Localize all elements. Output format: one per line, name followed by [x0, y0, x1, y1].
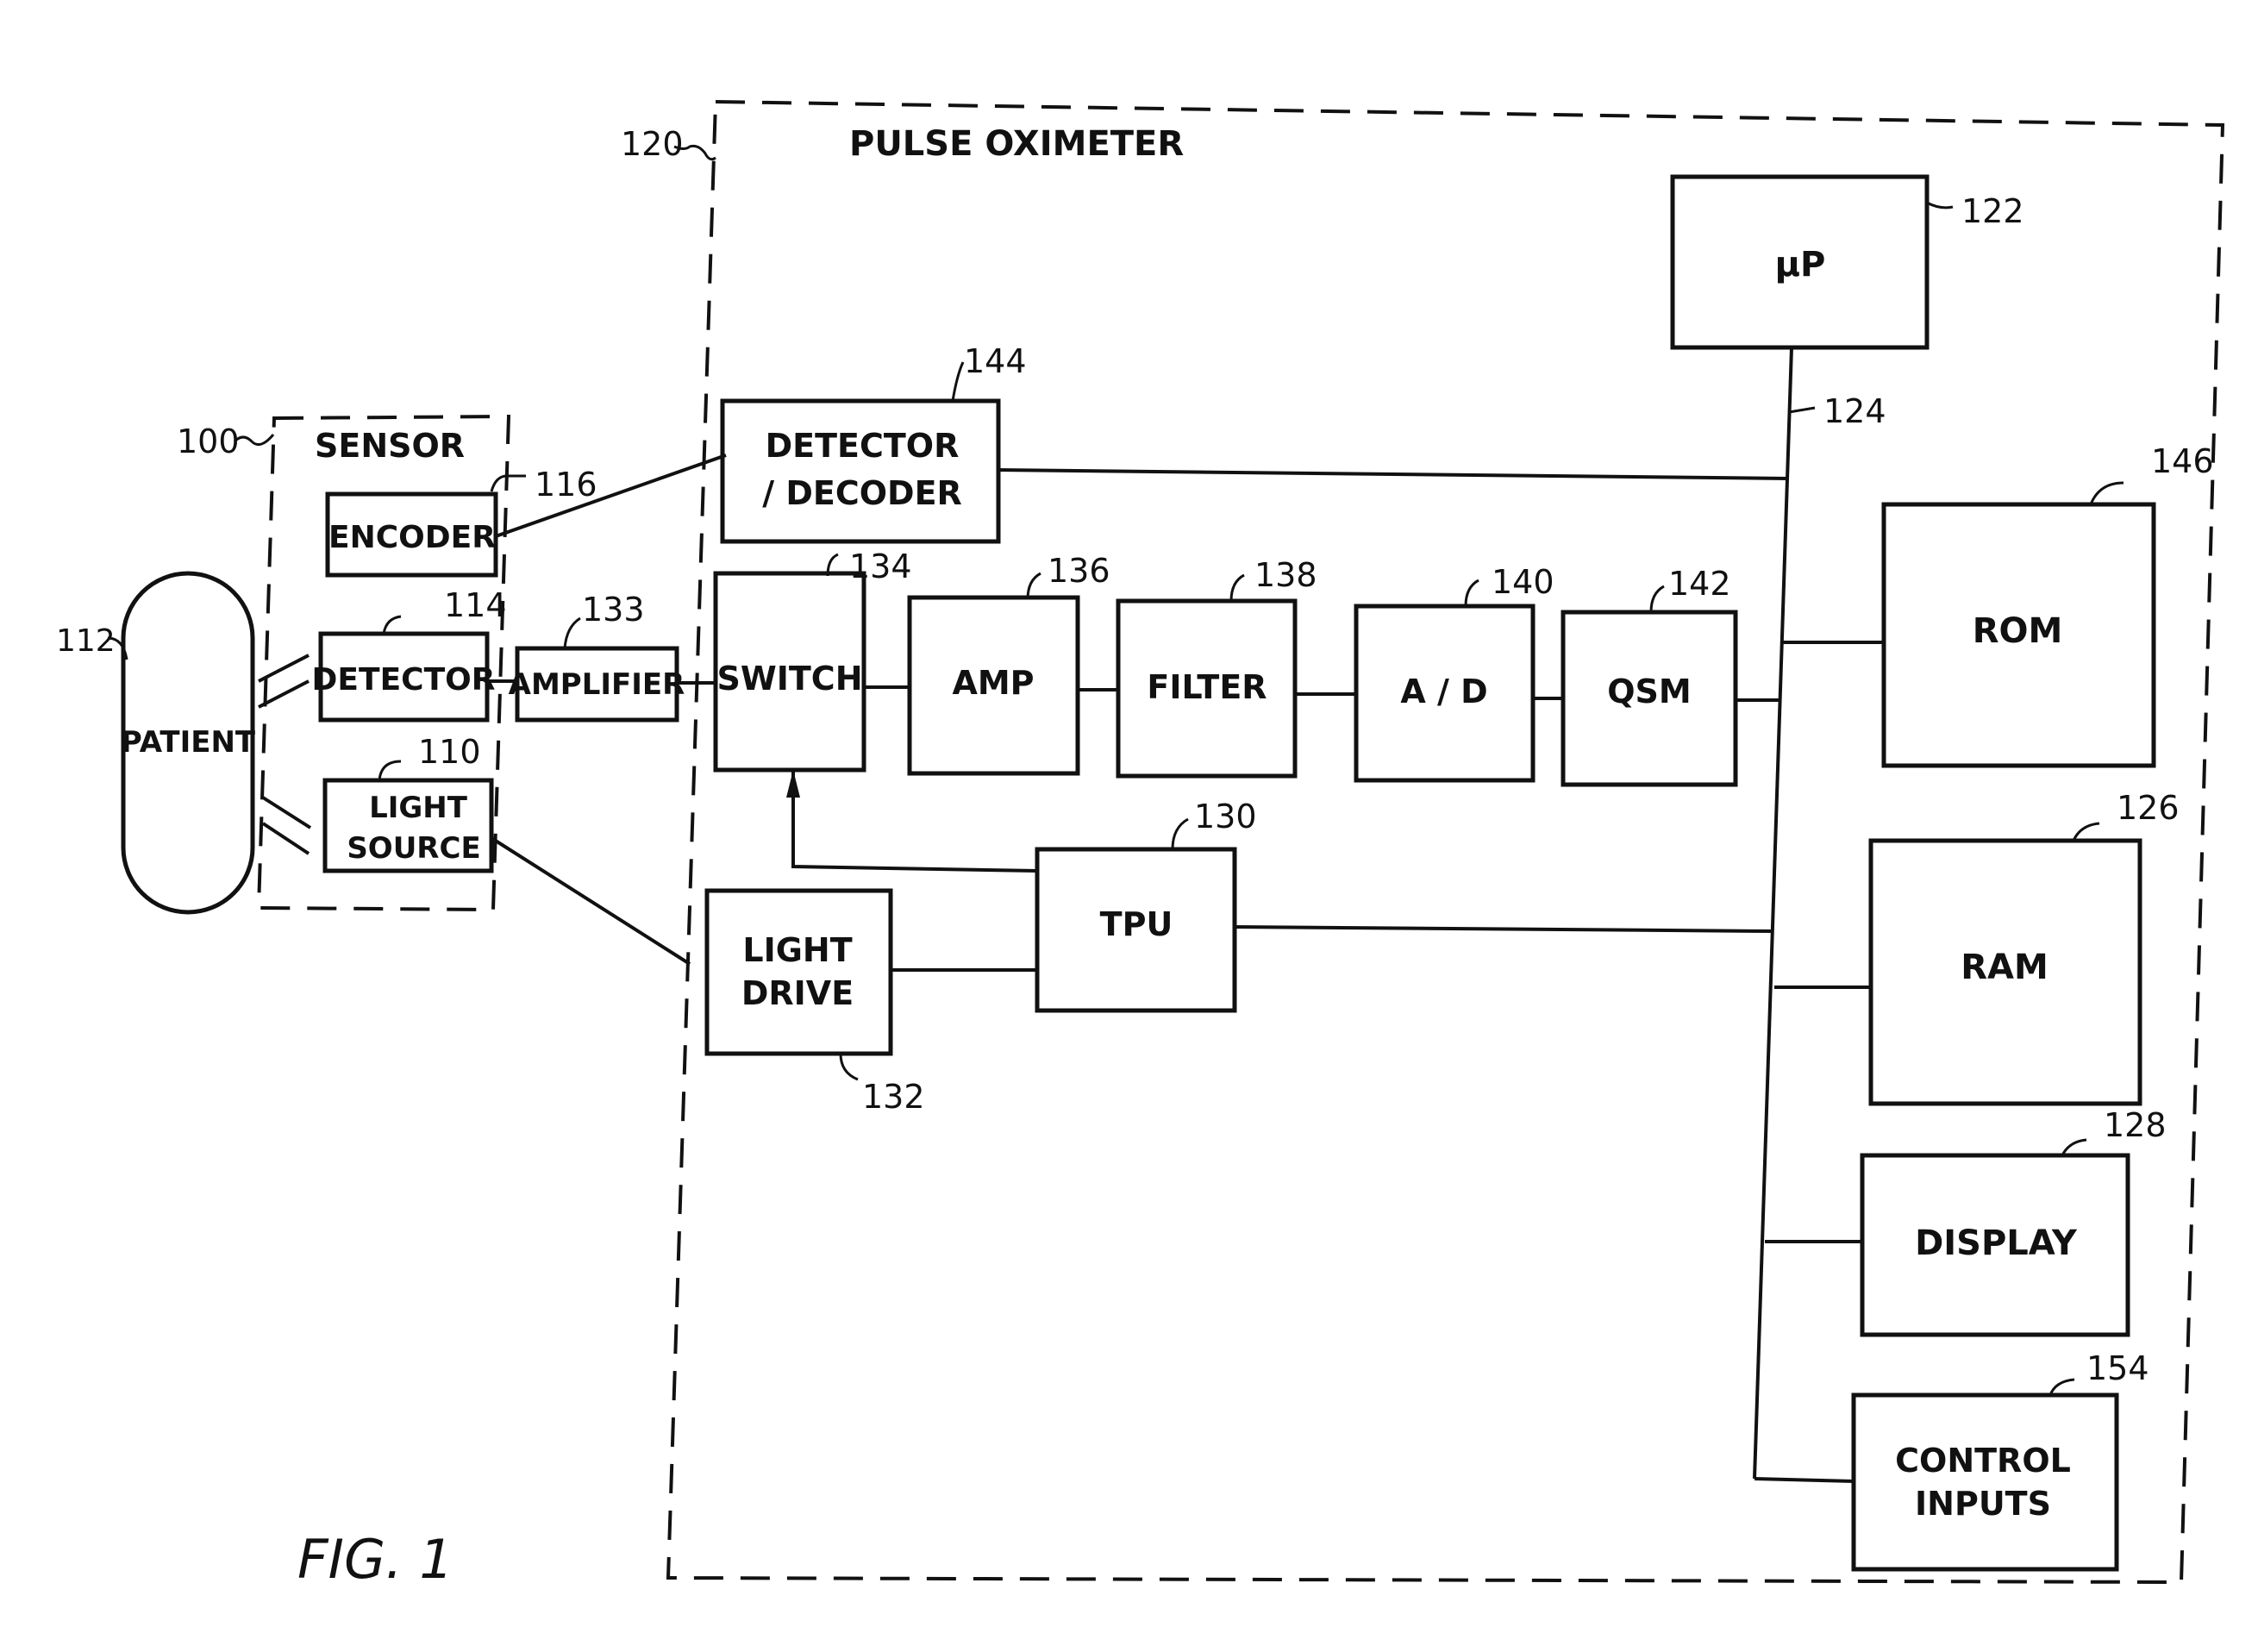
ref-128-leader — [2061, 1138, 2087, 1156]
display-label: DISPLAY — [1915, 1223, 2078, 1263]
ref-144-leader — [951, 361, 965, 402]
control-inputs-label-1: CONTROL — [1895, 1442, 2071, 1480]
tpu-label: TPU — [1100, 905, 1173, 943]
filter-label: FILTER — [1147, 668, 1267, 706]
encoder-label: ENCODER — [328, 520, 496, 555]
ref-116: 116 — [535, 466, 597, 504]
ref-122-leader — [1926, 201, 1954, 210]
block-diagram: PULSE OXIMETER 120 SENSOR 100 PATIENT 11… — [56, 99, 2225, 1591]
ref-110-leader — [378, 760, 402, 781]
ref-116-leader — [490, 474, 526, 492]
ref-132-leader — [839, 1053, 859, 1081]
ref-132: 132 — [862, 1078, 925, 1116]
switch-label: SWITCH — [716, 660, 862, 698]
ref-136: 136 — [1048, 552, 1110, 590]
ram-label: RAM — [1961, 948, 2048, 987]
ref-124-leader — [1788, 406, 1816, 414]
ref-122: 122 — [1961, 192, 2024, 230]
light-drive-block — [704, 888, 893, 1056]
control-inputs-label-2: INPUTS — [1915, 1485, 2051, 1523]
control-inputs-block — [1851, 1392, 2119, 1572]
light-drive-label-2: DRIVE — [741, 974, 854, 1012]
ref-134: 134 — [849, 548, 912, 585]
detector-label: DETECTOR — [312, 662, 496, 698]
system-bus — [1753, 347, 1793, 1480]
ref-154-leader — [2048, 1378, 2075, 1396]
ref-140: 140 — [1492, 563, 1554, 601]
detector-decoder-block — [720, 398, 1001, 544]
ref-128: 128 — [2104, 1106, 2167, 1144]
ref-100: 100 — [177, 422, 240, 460]
ref-133-leader — [563, 616, 581, 649]
ref-120: 120 — [621, 125, 684, 163]
ref-126: 126 — [2117, 789, 2180, 827]
figure-label: FIG. 1 — [297, 1528, 453, 1591]
pulse-oximeter-title: PULSE OXIMETER — [849, 124, 1184, 164]
ref-142: 142 — [1668, 565, 1731, 603]
light-source-label-1: LIGHT — [369, 791, 468, 825]
amp-label: AMP — [952, 664, 1034, 702]
qsm-label: QSM — [1607, 673, 1692, 710]
rom-label: ROM — [1973, 611, 2063, 651]
ref-138: 138 — [1254, 556, 1317, 594]
ref-100-leader — [233, 434, 275, 447]
ref-138-leader — [1229, 573, 1245, 602]
ref-114: 114 — [444, 586, 507, 624]
ref-124: 124 — [1823, 392, 1886, 430]
ref-112: 112 — [56, 623, 116, 659]
ref-146: 146 — [2151, 442, 2214, 480]
ref-130-leader — [1171, 817, 1189, 850]
light-source-label-2: SOURCE — [347, 831, 480, 866]
ref-114-leader — [382, 615, 402, 635]
ref-140-leader — [1464, 579, 1479, 607]
ref-130: 130 — [1194, 798, 1257, 835]
ref-154: 154 — [2086, 1349, 2149, 1387]
amplifier-label: AMPLIFIER — [509, 667, 685, 702]
ref-142-leader — [1649, 585, 1665, 613]
a-d-label: A / D — [1400, 673, 1487, 710]
ref-133: 133 — [582, 591, 645, 629]
patient-label: PATIENT — [121, 725, 256, 760]
light-drive-label-1: LIGHT — [742, 931, 852, 969]
ref-110: 110 — [418, 733, 481, 771]
detector-decoder-label-1: DETECTOR — [766, 427, 960, 465]
sensor-title: SENSOR — [315, 427, 465, 465]
detector-decoder-label-2: / DECODER — [762, 474, 962, 512]
ref-144: 144 — [964, 342, 1027, 380]
microprocessor-label: µP — [1775, 245, 1826, 285]
ref-126-leader — [2072, 822, 2100, 842]
ref-146-leader — [2089, 481, 2124, 505]
